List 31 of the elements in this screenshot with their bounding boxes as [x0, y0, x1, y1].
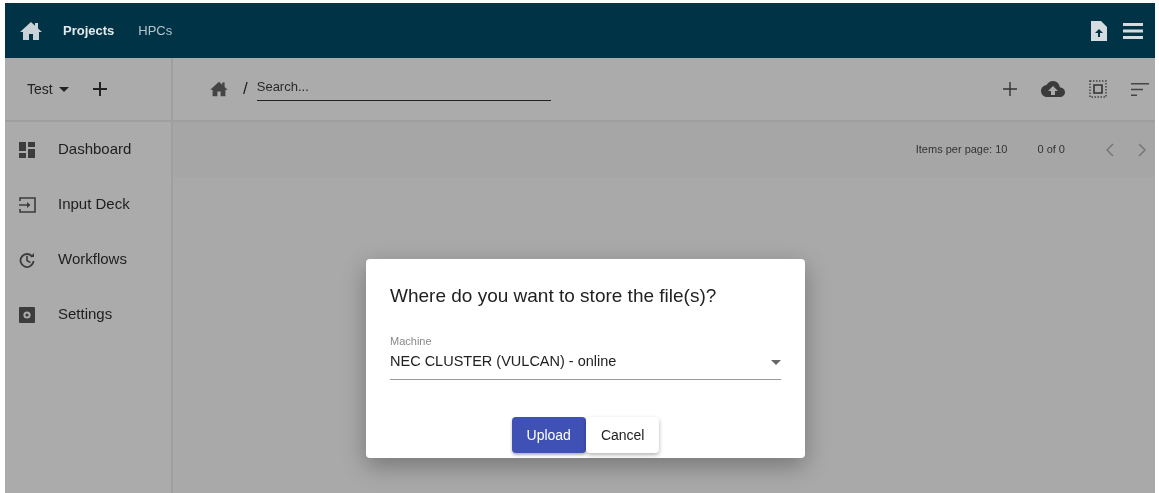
cloud-upload-icon[interactable]	[1041, 81, 1065, 97]
page-range: 0 of 0	[1037, 142, 1065, 158]
machine-select[interactable]: NEC CLUSTER (VULCAN) - online	[390, 349, 781, 381]
input-icon	[18, 196, 36, 213]
home-icon[interactable]	[209, 81, 229, 97]
upload-button[interactable]: Upload	[511, 417, 586, 454]
plus-icon[interactable]	[92, 82, 107, 96]
field-label: Machine	[390, 333, 433, 349]
dashboard-icon	[18, 141, 36, 158]
sidebar-item[interactable]: Input Deck	[5, 177, 171, 232]
sidebar-item[interactable]: Workflows	[5, 232, 171, 287]
dialog-title: Where do you want to store the file(s)?	[390, 285, 718, 308]
file-upload-icon[interactable]	[1091, 20, 1107, 41]
nav-link[interactable]: Projects	[63, 20, 115, 41]
sidebar-item[interactable]: Dashboard	[5, 122, 171, 177]
search-field[interactable]: Search...	[256, 77, 551, 101]
breadcrumb-separator: /	[243, 78, 248, 101]
home-icon[interactable]	[19, 20, 43, 41]
select-all-icon[interactable]	[1089, 80, 1107, 98]
sidebar-item[interactable]: Settings	[5, 287, 171, 342]
items-per-page-label: Items per page: 10	[915, 142, 1008, 158]
cancel-button[interactable]: Cancel	[585, 417, 660, 454]
settings-icon	[18, 306, 36, 323]
nav-link[interactable]: HPCs	[138, 20, 173, 41]
menu-icon[interactable]	[1123, 22, 1143, 39]
history-icon	[18, 251, 36, 268]
project-dropdown[interactable]: Test	[27, 78, 69, 100]
caret-icon	[58, 86, 69, 92]
caret-icon	[771, 359, 781, 365]
plus-icon[interactable]	[1003, 82, 1017, 96]
sort-icon[interactable]	[1131, 82, 1149, 96]
